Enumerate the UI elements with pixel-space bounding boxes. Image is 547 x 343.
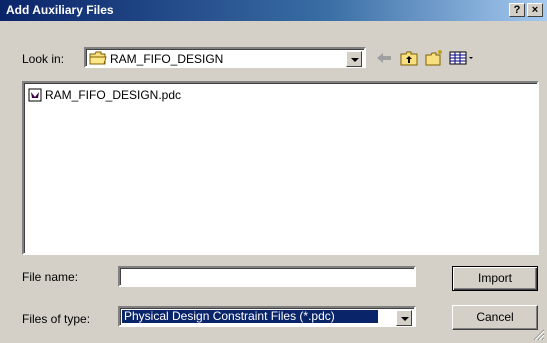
close-button[interactable]: × [527, 3, 543, 17]
look-in-dropdown-button[interactable] [346, 51, 362, 67]
back-arrow-icon[interactable] [373, 48, 395, 68]
help-button[interactable]: ? [509, 3, 525, 17]
files-of-type-label: Files of type: [22, 312, 91, 326]
look-in-value: RAM_FIFO_DESIGN [110, 52, 224, 66]
cancel-button[interactable]: Cancel [452, 305, 538, 330]
list-item[interactable]: RAM_FIFO_DESIGN.pdc [28, 87, 181, 103]
files-of-type-combo[interactable]: Physical Design Constraint Files (*.pdc) [118, 306, 416, 327]
new-folder-icon[interactable] [423, 48, 445, 68]
file-name-input[interactable] [118, 266, 416, 287]
title-bar[interactable]: Add Auxiliary Files ? × [0, 0, 547, 21]
up-folder-icon[interactable] [398, 48, 420, 68]
resize-grip-icon[interactable] [533, 329, 545, 341]
pdc-file-icon [28, 88, 42, 102]
look-in-combo[interactable]: RAM_FIFO_DESIGN [84, 47, 366, 68]
file-list[interactable]: RAM_FIFO_DESIGN.pdc [22, 81, 539, 255]
add-auxiliary-files-dialog: Add Auxiliary Files ? × Look in: RAM_FIF… [0, 0, 547, 343]
view-menu-icon[interactable] [448, 48, 476, 68]
file-name: RAM_FIFO_DESIGN.pdc [45, 88, 182, 102]
files-of-type-value: Physical Design Constraint Files (*.pdc) [122, 310, 378, 323]
folder-icon [89, 51, 107, 65]
file-name-label: File name: [22, 270, 79, 284]
window-title: Add Auxiliary Files [6, 3, 114, 17]
files-of-type-dropdown-button[interactable] [396, 310, 412, 326]
look-in-label: Look in: [22, 52, 65, 66]
import-button[interactable]: Import [452, 266, 538, 291]
